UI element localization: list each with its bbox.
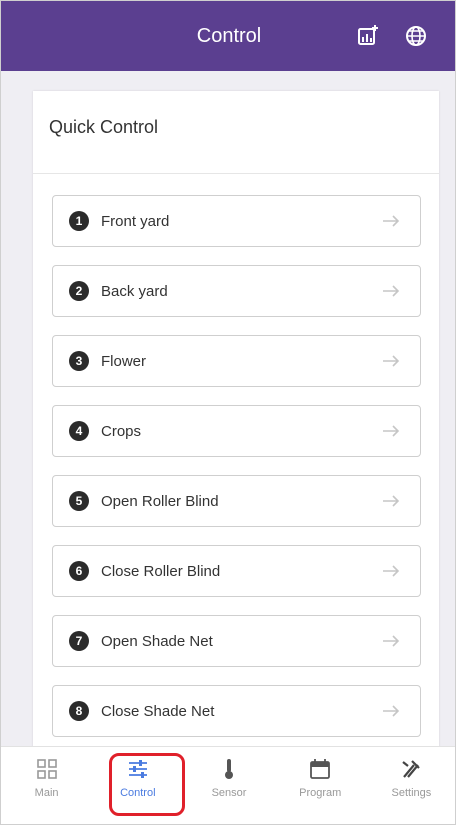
- tab-label: Settings: [391, 787, 432, 799]
- tab-sensor[interactable]: Sensor: [183, 747, 274, 824]
- arrow-right-icon: [383, 635, 400, 647]
- page-title: Control: [196, 25, 262, 47]
- item-label: Close Shade Net: [101, 702, 215, 720]
- number-badge: 1: [69, 211, 89, 231]
- quick-control-item-5[interactable]: 5 Open Roller Blind: [52, 475, 421, 527]
- arrow-right-icon: [383, 425, 400, 437]
- item-label: Front yard: [101, 212, 170, 230]
- number-badge: 6: [69, 561, 89, 581]
- tab-settings[interactable]: Settings: [366, 747, 455, 824]
- thermometer-icon: [225, 759, 233, 779]
- arrow-right-icon: [383, 285, 400, 297]
- divider: [33, 173, 439, 174]
- quick-control-item-7[interactable]: 7 Open Shade Net: [52, 615, 421, 667]
- tab-label: Program: [299, 787, 342, 799]
- phone-screen: Control Quick Control 1 Front yard 2 Bac…: [0, 0, 456, 825]
- arrow-right-icon: [383, 705, 400, 717]
- quick-control-item-2[interactable]: 2 Back yard: [52, 265, 421, 317]
- arrow-right-icon: [383, 495, 400, 507]
- item-label: Close Roller Blind: [101, 562, 221, 580]
- calendar-icon: [310, 759, 331, 779]
- arrow-right-icon: [383, 355, 400, 367]
- quick-control-item-3[interactable]: 3 Flower: [52, 335, 421, 387]
- app-header: Control: [1, 1, 455, 71]
- control-tab-highlight: [109, 753, 185, 816]
- number-badge: 4: [69, 421, 89, 441]
- tools-icon: [402, 760, 421, 778]
- tab-label: Sensor: [211, 787, 247, 799]
- number-badge: 3: [69, 351, 89, 371]
- content-area: Quick Control 1 Front yard 2 Back yard 3…: [1, 71, 455, 746]
- number-badge: 5: [69, 491, 89, 511]
- card-title: Quick Control: [49, 117, 159, 137]
- item-label: Back yard: [101, 282, 168, 300]
- item-label: Flower: [101, 352, 147, 370]
- tab-label: Main: [34, 787, 59, 799]
- arrow-right-icon: [383, 215, 400, 227]
- quick-control-item-6[interactable]: 6 Close Roller Blind: [52, 545, 421, 597]
- number-badge: 2: [69, 281, 89, 301]
- tab-main[interactable]: Main: [1, 747, 92, 824]
- grid-icon: [36, 759, 57, 779]
- globe-icon[interactable]: [401, 21, 431, 51]
- number-badge: 7: [69, 631, 89, 651]
- number-badge: 8: [69, 701, 89, 721]
- arrow-right-icon: [383, 565, 400, 577]
- item-label: Open Roller Blind: [101, 492, 219, 510]
- chart-add-icon[interactable]: [353, 21, 383, 51]
- quick-control-item-4[interactable]: 4 Crops: [52, 405, 421, 457]
- item-label: Open Shade Net: [101, 632, 213, 650]
- quick-control-item-8[interactable]: 8 Close Shade Net: [52, 685, 421, 737]
- tab-program[interactable]: Program: [275, 747, 366, 824]
- item-label: Crops: [101, 422, 142, 440]
- bottom-tab-bar: Main Control Sensor Program Settings: [1, 746, 455, 824]
- quick-control-item-1[interactable]: 1 Front yard: [52, 195, 421, 247]
- quick-control-card: Quick Control 1 Front yard 2 Back yard 3…: [33, 91, 439, 746]
